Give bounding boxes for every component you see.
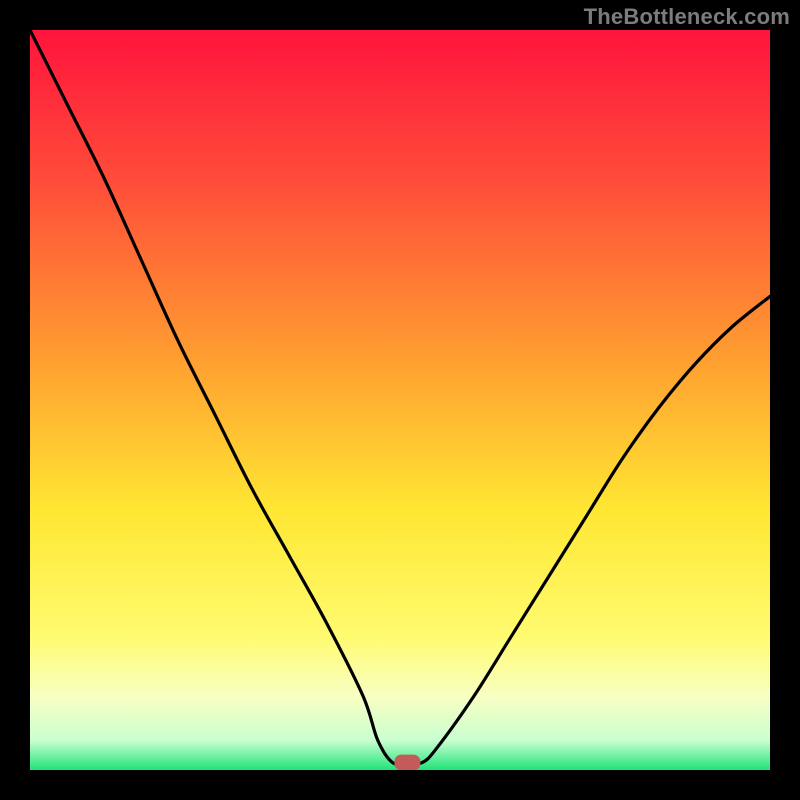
chart-frame: TheBottleneck.com [0, 0, 800, 800]
watermark-text: TheBottleneck.com [584, 4, 790, 30]
gradient-background [30, 30, 770, 770]
optimal-point-marker [394, 755, 420, 770]
bottleneck-chart [30, 30, 770, 770]
plot-area [30, 30, 770, 770]
